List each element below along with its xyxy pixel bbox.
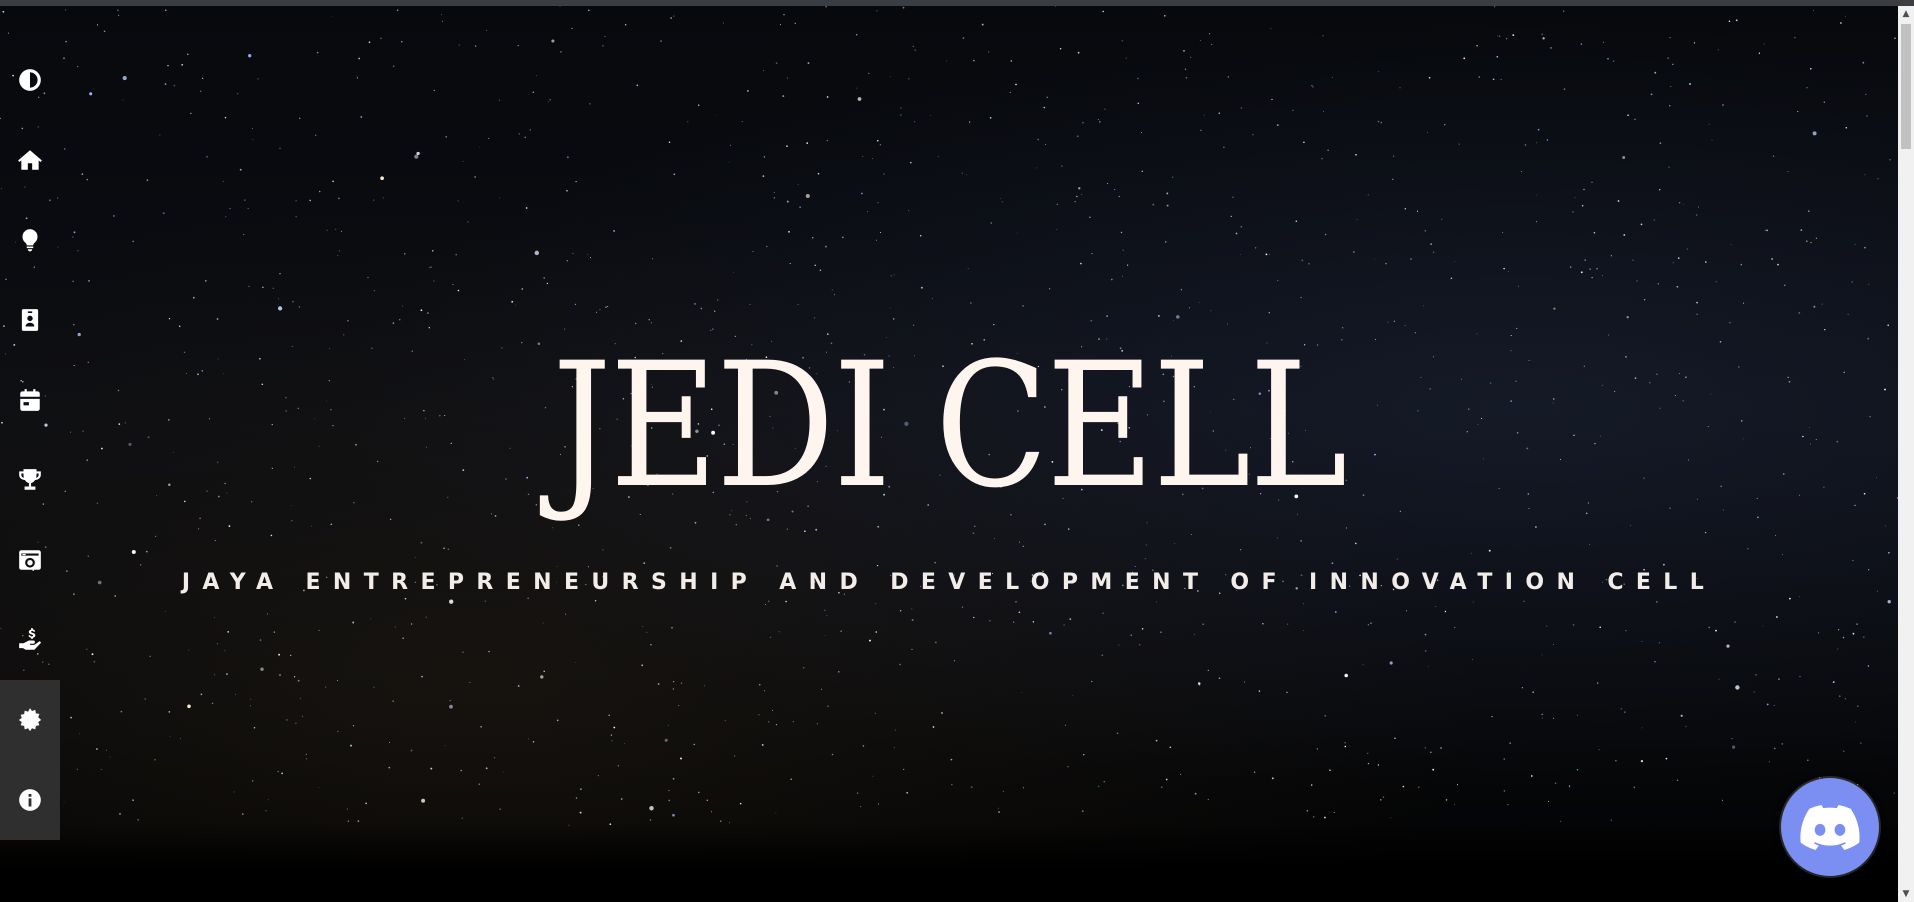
horizon-shadow <box>0 822 1898 902</box>
discord-button[interactable] <box>1781 778 1879 876</box>
sidebar-item-about[interactable] <box>0 760 60 840</box>
sidebar-item-ideas[interactable] <box>0 200 60 280</box>
sidebar-nav <box>0 40 60 840</box>
hand-dollar-icon <box>19 628 42 650</box>
discord-icon <box>1800 804 1860 850</box>
scroll-up-arrow[interactable]: ▲ <box>1898 6 1914 22</box>
contrast-icon <box>19 69 41 91</box>
scroll-down-arrow[interactable]: ▼ <box>1898 886 1914 902</box>
browser-top-edge <box>0 0 1914 6</box>
sidebar-item-settings[interactable] <box>0 680 60 760</box>
info-icon <box>19 789 41 811</box>
id-badge-icon <box>21 309 39 331</box>
hero-subtitle: JAYA ENTREPRENEURSHIP AND DEVELOPMENT OF… <box>181 570 1717 595</box>
hero-title: JEDI CELL <box>552 325 1347 526</box>
trophy-icon <box>19 469 41 490</box>
sidebar-item-team[interactable] <box>0 280 60 360</box>
page-scrollbar[interactable]: ▲ ▼ <box>1898 6 1914 902</box>
gear-icon <box>18 708 42 732</box>
scroll-thumb[interactable] <box>1901 24 1911 149</box>
sidebar-item-gallery[interactable] <box>0 520 60 600</box>
camera-icon <box>19 550 41 570</box>
hero-section: JEDI CELL JAYA ENTREPRENEURSHIP AND DEVE… <box>0 6 1898 902</box>
sidebar-item-home[interactable] <box>0 120 60 200</box>
sidebar-item-achievements[interactable] <box>0 440 60 520</box>
home-icon <box>18 150 42 170</box>
sidebar-item-theme-toggle[interactable] <box>0 40 60 120</box>
sidebar-item-events[interactable] <box>0 360 60 440</box>
calendar-icon <box>20 389 40 411</box>
sidebar-item-funding[interactable] <box>0 600 60 680</box>
lightbulb-icon <box>22 229 38 252</box>
